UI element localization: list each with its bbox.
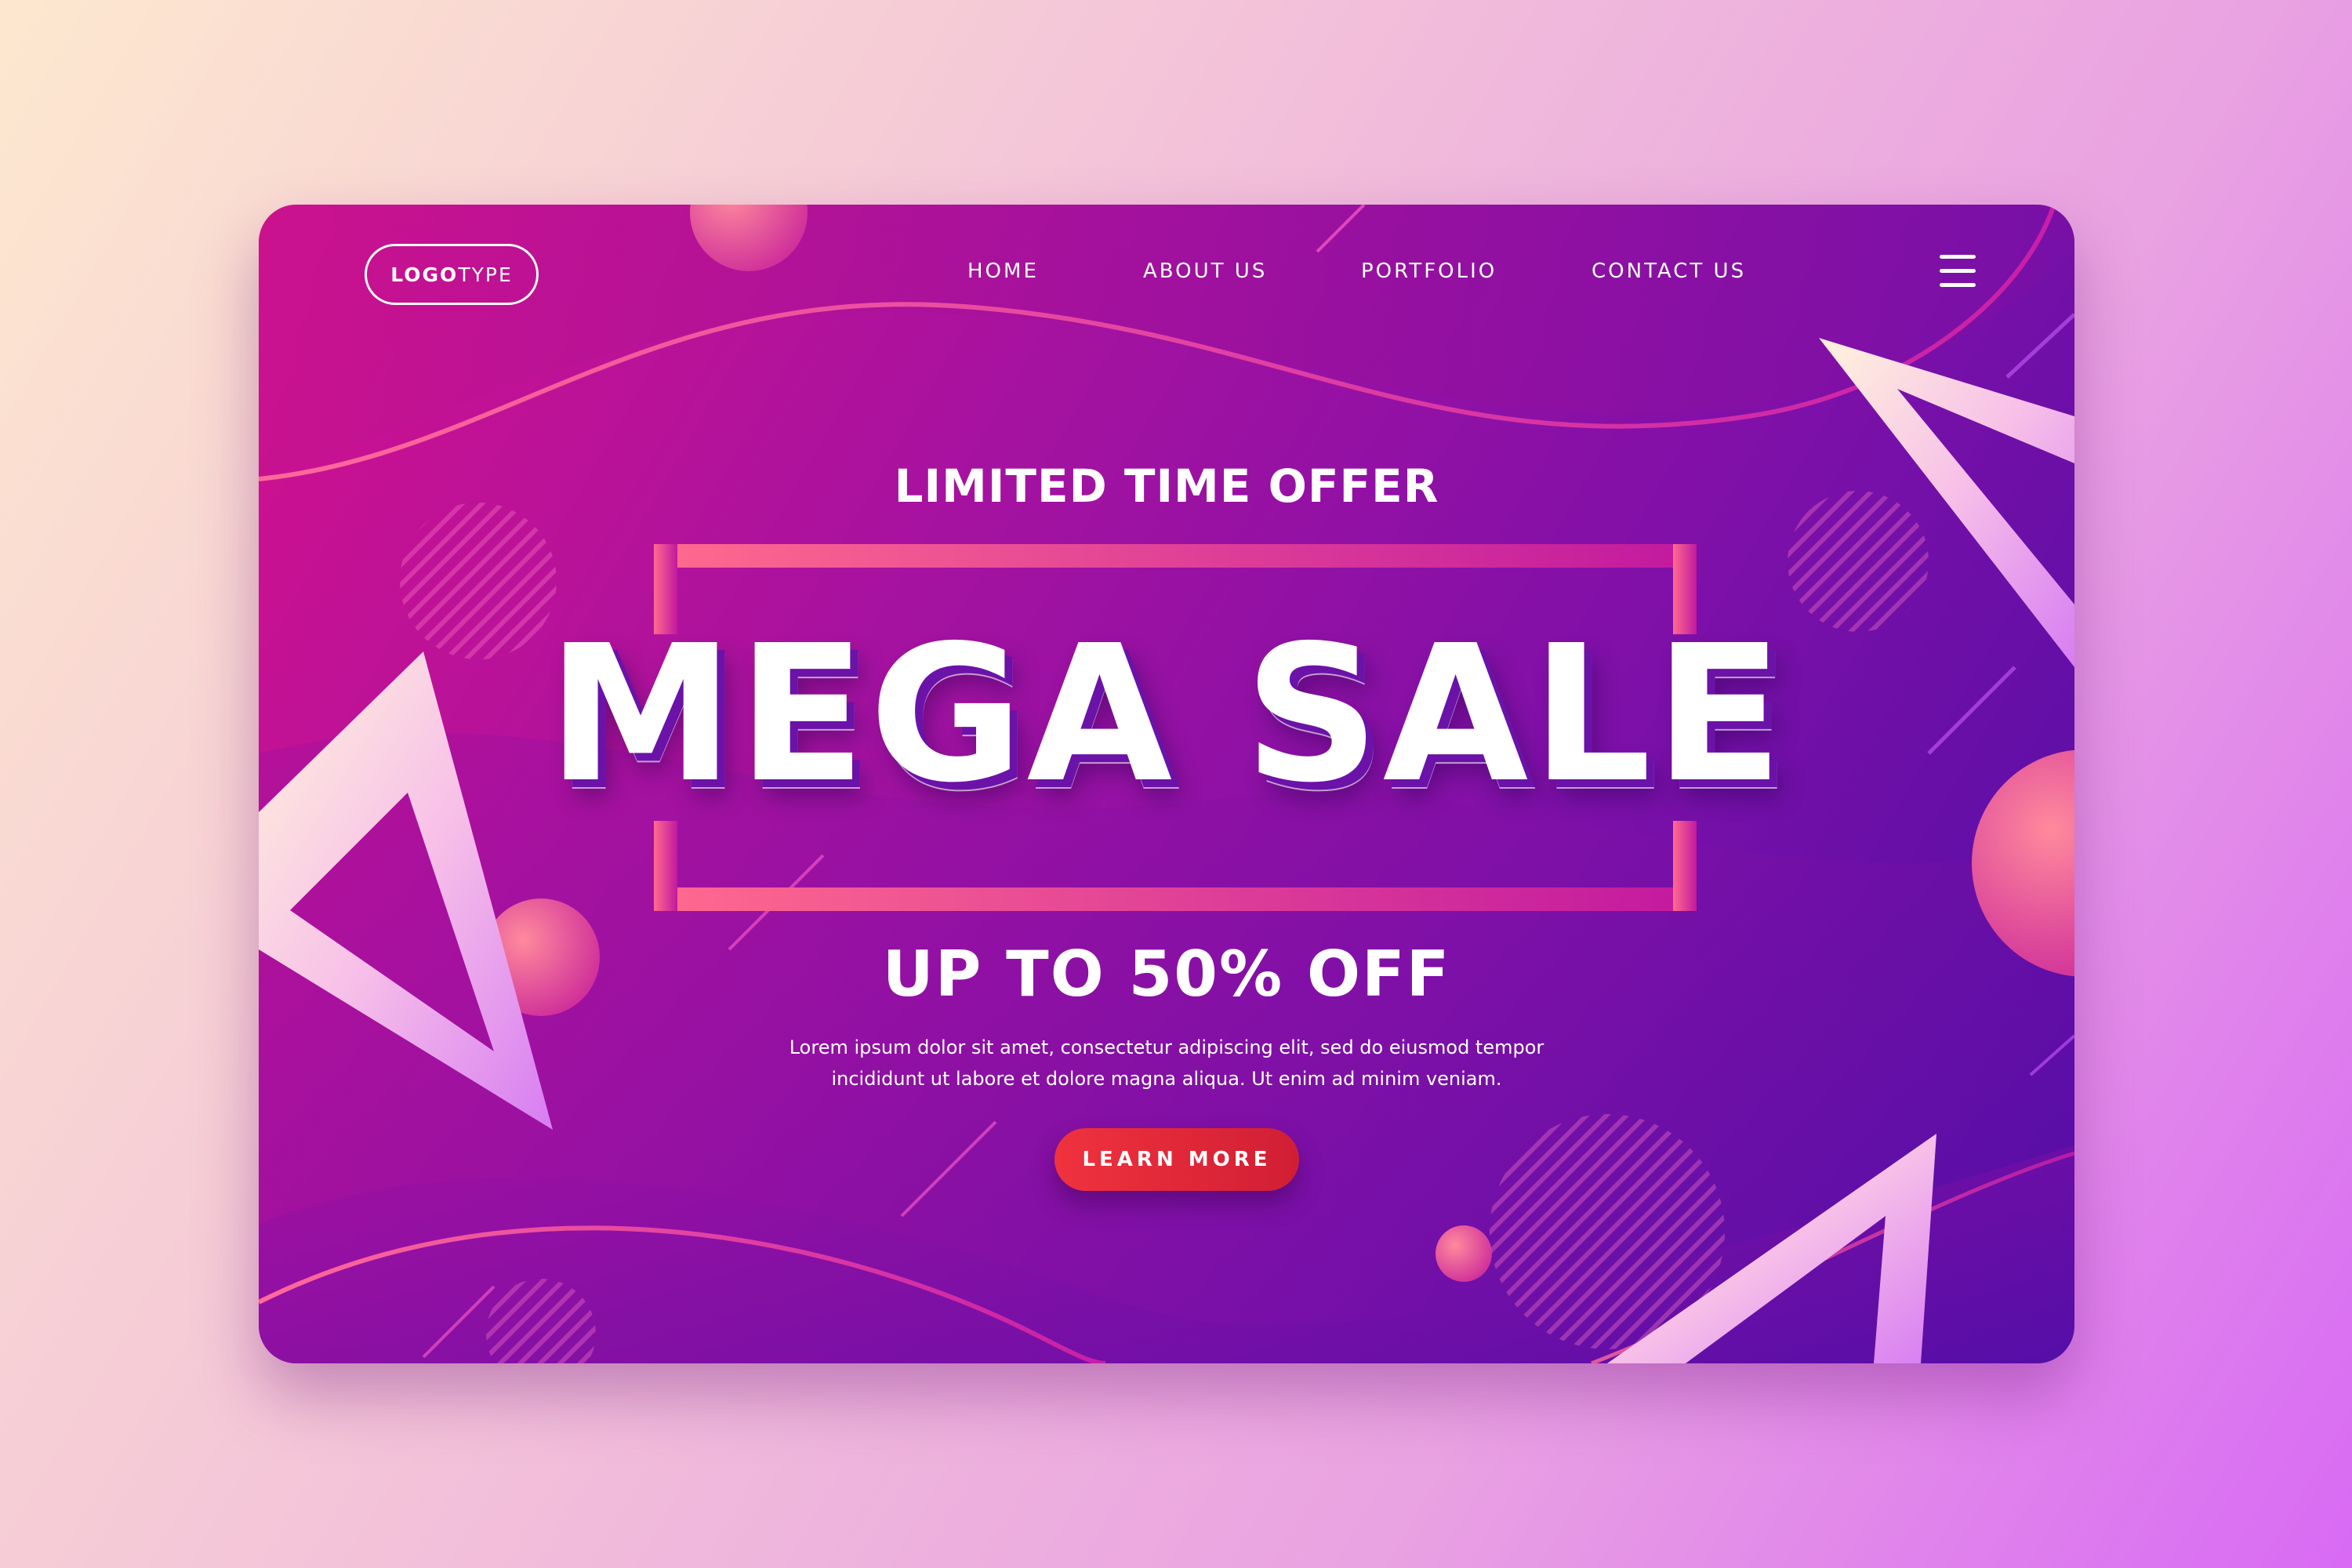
hero-description-line-1: Lorem ipsum dolor sit amet, consectetur …: [789, 1036, 1544, 1058]
logo-bold-text: LOGO: [390, 263, 459, 286]
logo-light-text: TYPE: [458, 263, 513, 286]
eyebrow-text: LIMITED TIME OFFER: [894, 459, 1439, 513]
hero-subtitle: UP TO 50% OFF: [882, 938, 1451, 1011]
nav-contact-us[interactable]: CONTACT US: [1592, 260, 1746, 283]
hero-description: Lorem ipsum dolor sit amet, consectetur …: [760, 1032, 1573, 1094]
nav-portfolio[interactable]: PORTFOLIO: [1361, 260, 1497, 283]
hero-description-line-2: incididunt ut labore et dolore magna ali…: [831, 1068, 1502, 1090]
learn-more-button[interactable]: LEARN MORE: [1054, 1128, 1299, 1191]
nav-home[interactable]: HOME: [967, 260, 1039, 283]
landing-card: LOGO TYPE HOME ABOUT US PORTFOLIO CONTACT…: [259, 205, 2074, 1363]
logo[interactable]: LOGO TYPE: [365, 244, 539, 305]
nav-about-us[interactable]: ABOUT US: [1143, 260, 1267, 283]
hero-title: MEGA SALE: [546, 604, 1787, 824]
hamburger-menu-icon[interactable]: [1940, 255, 1976, 288]
